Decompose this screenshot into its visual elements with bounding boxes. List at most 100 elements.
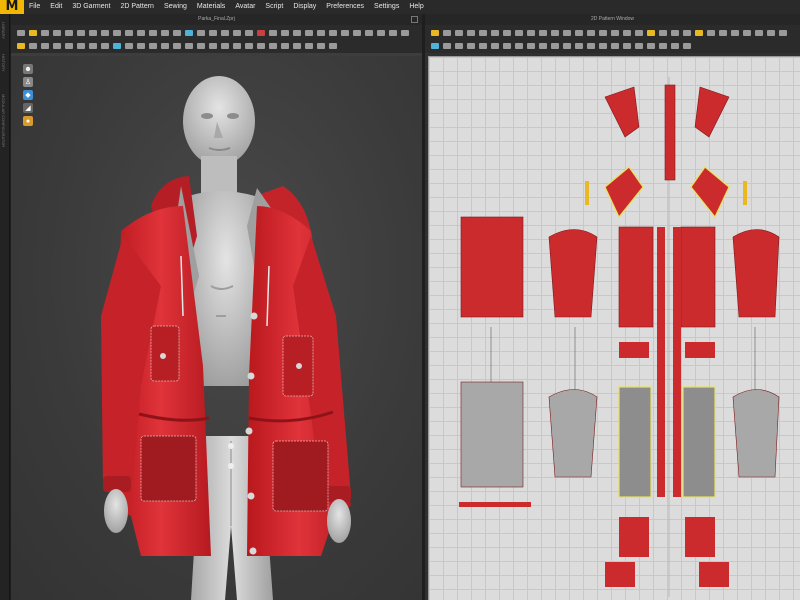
toolbar-tool-icon[interactable] xyxy=(63,26,75,39)
toolbar-tool-icon[interactable] xyxy=(207,26,219,39)
toolbar-tool-icon[interactable] xyxy=(693,26,705,39)
toolbar-tool-icon[interactable] xyxy=(279,39,291,52)
toolbar-tool-icon[interactable] xyxy=(123,26,135,39)
toolbar-tool-icon[interactable] xyxy=(255,26,267,39)
menu-edit[interactable]: Edit xyxy=(45,0,67,14)
toolbar-tool-icon[interactable] xyxy=(465,39,477,52)
toolbar-tool-icon[interactable] xyxy=(159,39,171,52)
2d-pattern-viewport[interactable] xyxy=(428,56,800,600)
texture-display-icon[interactable]: ◢ xyxy=(23,103,33,113)
toolbar-tool-icon[interactable] xyxy=(489,26,501,39)
menu-2d-pattern[interactable]: 2D Pattern xyxy=(115,0,158,14)
avatar-display-icon[interactable]: ☻ xyxy=(23,64,33,74)
toolbar-tool-icon[interactable] xyxy=(609,39,621,52)
toolbar-tool-icon[interactable] xyxy=(549,39,561,52)
toolbar-tool-icon[interactable] xyxy=(315,26,327,39)
toolbar-tool-icon[interactable] xyxy=(195,39,207,52)
toolbar-tool-icon[interactable] xyxy=(477,39,489,52)
toolbar-tool-icon[interactable] xyxy=(147,39,159,52)
toolbar-tool-icon[interactable] xyxy=(15,39,27,52)
toolbar-tool-icon[interactable] xyxy=(549,26,561,39)
toolbar-tool-icon[interactable] xyxy=(429,39,441,52)
toolbar-tool-icon[interactable] xyxy=(669,39,681,52)
toolbar-tool-icon[interactable] xyxy=(303,26,315,39)
toolbar-tool-icon[interactable] xyxy=(657,26,669,39)
toolbar-tool-icon[interactable] xyxy=(681,26,693,39)
toolbar-tool-icon[interactable] xyxy=(183,39,195,52)
toolbar-tool-icon[interactable] xyxy=(135,26,147,39)
toolbar-tool-icon[interactable] xyxy=(597,39,609,52)
toolbar-tool-icon[interactable] xyxy=(537,39,549,52)
toolbar-tool-icon[interactable] xyxy=(501,39,513,52)
toolbar-tool-icon[interactable] xyxy=(27,26,39,39)
toolbar-tool-icon[interactable] xyxy=(255,39,267,52)
toolbar-tool-icon[interactable] xyxy=(75,26,87,39)
toolbar-tool-icon[interactable] xyxy=(87,39,99,52)
toolbar-tool-icon[interactable] xyxy=(561,26,573,39)
menu-avatar[interactable]: Avatar xyxy=(230,0,260,14)
toolbar-tool-icon[interactable] xyxy=(741,26,753,39)
tab-library[interactable]: LIBRARY xyxy=(1,22,6,39)
toolbar-tool-icon[interactable] xyxy=(87,26,99,39)
avatar-pose-icon[interactable]: ♙ xyxy=(23,77,33,87)
toolbar-tool-icon[interactable] xyxy=(183,26,195,39)
toolbar-tool-icon[interactable] xyxy=(243,39,255,52)
menu-preferences[interactable]: Preferences xyxy=(321,0,369,14)
toolbar-tool-icon[interactable] xyxy=(159,26,171,39)
toolbar-tool-icon[interactable] xyxy=(585,39,597,52)
menu-script[interactable]: Script xyxy=(260,0,288,14)
toolbar-tool-icon[interactable] xyxy=(645,39,657,52)
toolbar-tool-icon[interactable] xyxy=(717,26,729,39)
toolbar-tool-icon[interactable] xyxy=(339,26,351,39)
toolbar-tool-icon[interactable] xyxy=(51,26,63,39)
toolbar-tool-icon[interactable] xyxy=(585,26,597,39)
toolbar-tool-icon[interactable] xyxy=(621,26,633,39)
toolbar-tool-icon[interactable] xyxy=(387,26,399,39)
toolbar-tool-icon[interactable] xyxy=(729,26,741,39)
toolbar-tool-icon[interactable] xyxy=(15,26,27,39)
toolbar-tool-icon[interactable] xyxy=(99,39,111,52)
menu-display[interactable]: Display xyxy=(288,0,321,14)
toolbar-tool-icon[interactable] xyxy=(39,39,51,52)
toolbar-tool-icon[interactable] xyxy=(303,39,315,52)
toolbar-tool-icon[interactable] xyxy=(441,39,453,52)
toolbar-tool-icon[interactable] xyxy=(39,26,51,39)
toolbar-tool-icon[interactable] xyxy=(441,26,453,39)
toolbar-tool-icon[interactable] xyxy=(219,39,231,52)
toolbar-tool-icon[interactable] xyxy=(753,26,765,39)
toolbar-tool-icon[interactable] xyxy=(111,26,123,39)
toolbar-tool-icon[interactable] xyxy=(489,39,501,52)
pattern-hood-pieces[interactable] xyxy=(585,84,747,219)
toolbar-tool-icon[interactable] xyxy=(219,26,231,39)
toolbar-tool-icon[interactable] xyxy=(27,39,39,52)
toolbar-tool-icon[interactable] xyxy=(537,26,549,39)
menu-file[interactable]: File xyxy=(24,0,45,14)
toolbar-tool-icon[interactable] xyxy=(135,39,147,52)
tab-history[interactable]: HISTORY xyxy=(1,54,6,72)
menu-settings[interactable]: Settings xyxy=(369,0,404,14)
toolbar-tool-icon[interactable] xyxy=(315,39,327,52)
toolbar-tool-icon[interactable] xyxy=(465,26,477,39)
toolbar-tool-icon[interactable] xyxy=(327,39,339,52)
toolbar-tool-icon[interactable] xyxy=(279,26,291,39)
toolbar-tool-icon[interactable] xyxy=(123,39,135,52)
toolbar-tool-icon[interactable] xyxy=(477,26,489,39)
toolbar-tool-icon[interactable] xyxy=(51,39,63,52)
pattern-back-body[interactable] xyxy=(459,216,531,507)
toolbar-tool-icon[interactable] xyxy=(609,26,621,39)
toolbar-tool-icon[interactable] xyxy=(267,26,279,39)
toolbar-tool-icon[interactable] xyxy=(525,26,537,39)
window-maximize-icon[interactable] xyxy=(411,16,418,23)
toolbar-tool-icon[interactable] xyxy=(171,26,183,39)
toolbar-tool-icon[interactable] xyxy=(573,26,585,39)
toolbar-tool-icon[interactable] xyxy=(195,26,207,39)
menu-help[interactable]: Help xyxy=(404,0,428,14)
toolbar-tool-icon[interactable] xyxy=(111,39,123,52)
toolbar-tool-icon[interactable] xyxy=(75,39,87,52)
toolbar-tool-icon[interactable] xyxy=(171,39,183,52)
toolbar-tool-icon[interactable] xyxy=(705,26,717,39)
toolbar-tool-icon[interactable] xyxy=(375,26,387,39)
toolbar-tool-icon[interactable] xyxy=(669,26,681,39)
toolbar-tool-icon[interactable] xyxy=(561,39,573,52)
toolbar-tool-icon[interactable] xyxy=(231,39,243,52)
